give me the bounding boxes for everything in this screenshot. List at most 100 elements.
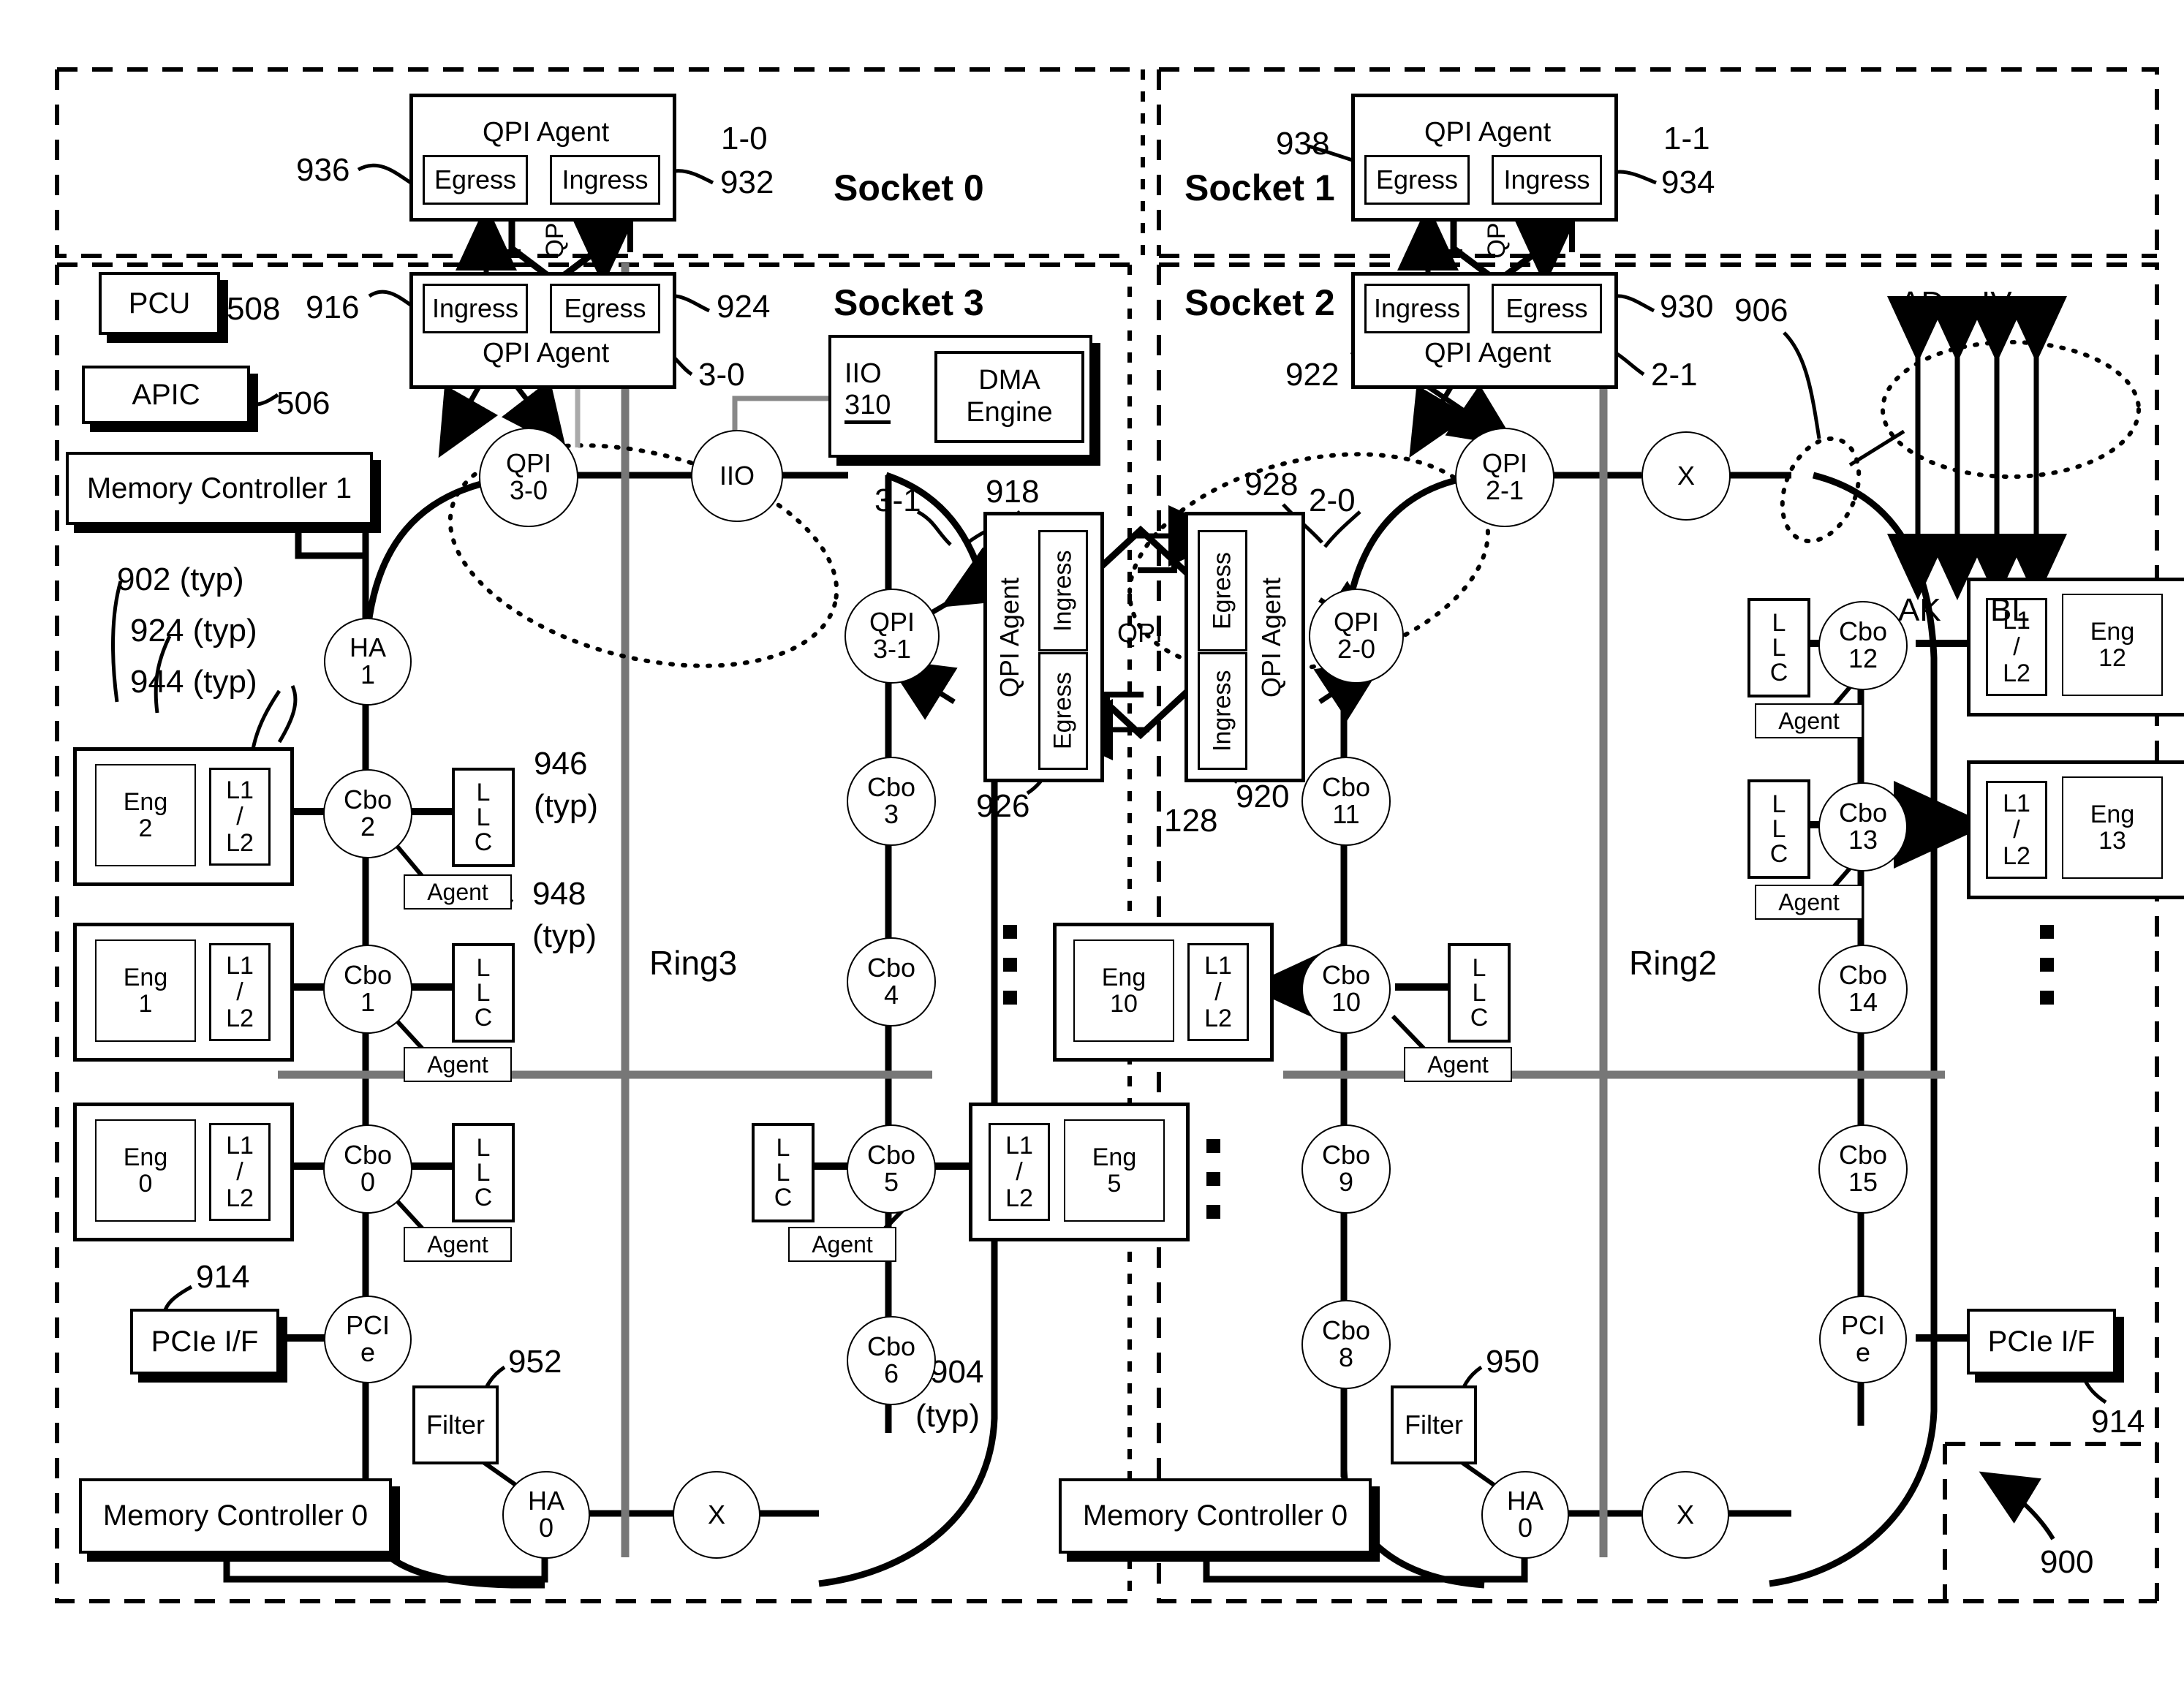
ring3-node-ha-1[interactable]: HA 1 bbox=[324, 618, 412, 706]
node-line2: 4 bbox=[883, 980, 899, 1010]
qpi-agent-socket2-ingress: Ingress bbox=[1364, 284, 1470, 333]
ref-906: 906 bbox=[1734, 292, 1788, 328]
node-line2: e bbox=[360, 1337, 376, 1367]
ring2-node-qpi-2-1[interactable]: QPI 2-1 bbox=[1455, 428, 1554, 527]
ring-signal-ad-label: AD bbox=[1900, 285, 1945, 321]
ring2-node-cbo-15[interactable]: Cbo 15 bbox=[1818, 1124, 1908, 1214]
ring-signal-ak-label: AK bbox=[1898, 592, 1941, 628]
node-line1: X bbox=[1676, 1499, 1694, 1529]
qpi-agent-socket3-egress: Egress bbox=[550, 284, 660, 333]
node-line1: Cbo bbox=[343, 1140, 393, 1171]
node-line1: HA bbox=[527, 1486, 564, 1516]
node-line2: 0 bbox=[538, 1513, 554, 1543]
ref-926: 926 bbox=[976, 788, 1030, 824]
node-line2: 8 bbox=[1338, 1342, 1354, 1372]
qpi-agent-socket0-label: QPI Agent bbox=[483, 117, 610, 148]
apic-box: APIC bbox=[82, 366, 250, 424]
agent-tag-cbo-5: Agent bbox=[788, 1227, 896, 1262]
ring2-node-x-top[interactable]: X bbox=[1641, 431, 1731, 521]
core-eng-5-eng: Eng 5 bbox=[1064, 1119, 1165, 1222]
node-line1: Cbo bbox=[1321, 1315, 1371, 1346]
qpi-agent-918-egress: Egress bbox=[1038, 652, 1088, 770]
node-line2: 2 bbox=[360, 812, 376, 842]
node-line2: 1 bbox=[360, 987, 376, 1017]
node-line1: Cbo bbox=[1838, 1140, 1888, 1171]
node-line1: Cbo bbox=[1838, 960, 1888, 991]
ring3-node-cbo-0[interactable]: Cbo 0 bbox=[323, 1124, 412, 1214]
ref-900: 900 bbox=[2040, 1544, 2094, 1580]
qpi-agent-928-ingress: Ingress bbox=[1198, 652, 1247, 770]
llc-cbo-10: LLC bbox=[1448, 943, 1511, 1043]
qpi-agent-socket2-label: QPI Agent bbox=[1424, 338, 1552, 368]
ring3-node-qpi-3-0[interactable]: QPI 3-0 bbox=[479, 428, 578, 527]
ring3-node-cbo-1[interactable]: Cbo 1 bbox=[323, 945, 412, 1034]
ring3-node-cbo-2[interactable]: Cbo 2 bbox=[323, 769, 412, 858]
node-line1: QPI bbox=[1481, 448, 1527, 479]
ref-928: 928 bbox=[1244, 466, 1299, 502]
ring-signal-iv-label: IV bbox=[1981, 285, 2012, 321]
node-line1: IIO bbox=[719, 460, 755, 491]
ring3-node-ha-0[interactable]: HA 0 bbox=[502, 1471, 590, 1559]
ring2-label: Ring2 bbox=[1629, 944, 1718, 982]
ring3-node-x[interactable]: X bbox=[673, 1471, 760, 1559]
node-line2: e bbox=[1855, 1337, 1871, 1367]
socket-0-title: Socket 0 bbox=[834, 167, 984, 208]
ring2-node-cbo-8[interactable]: Cbo 8 bbox=[1301, 1300, 1391, 1389]
node-line1: QPI bbox=[1333, 607, 1379, 638]
node-line2: 1 bbox=[360, 659, 376, 689]
node-line1: QPI bbox=[869, 607, 915, 638]
node-line1: Cbo bbox=[1838, 798, 1888, 828]
socket-2-title: Socket 2 bbox=[1184, 282, 1335, 323]
ring-signal-bl-label: BL bbox=[1990, 592, 2030, 628]
ref-952: 952 bbox=[508, 1344, 562, 1380]
ring2-node-x-bottom[interactable]: X bbox=[1641, 1471, 1729, 1559]
filter-952-box: Filter bbox=[412, 1385, 499, 1464]
ring3-node-iio[interactable]: IIO bbox=[691, 430, 783, 522]
ring3-node-cbo-6[interactable]: Cbo 6 bbox=[847, 1316, 936, 1405]
ring3-node-cbo-5[interactable]: Cbo 5 bbox=[847, 1124, 936, 1214]
ref-914-left: 914 bbox=[196, 1259, 250, 1295]
node-line2: 0 bbox=[1517, 1513, 1533, 1543]
core-eng-12-eng: Eng 12 bbox=[2062, 594, 2163, 696]
core-eng-1-eng: Eng 1 bbox=[95, 939, 196, 1042]
ring2-node-cbo-12[interactable]: Cbo 12 bbox=[1818, 601, 1908, 690]
ring3-node-pcie[interactable]: PCI e bbox=[324, 1296, 412, 1383]
core-eng-2-eng: Eng 2 bbox=[95, 764, 196, 866]
ring2-node-cbo-9[interactable]: Cbo 9 bbox=[1301, 1124, 1391, 1214]
ref-924: 924 bbox=[717, 289, 771, 325]
qpi-agent-928-egress: Egress bbox=[1198, 530, 1247, 651]
ring3-node-cbo-3[interactable]: Cbo 3 bbox=[847, 757, 936, 846]
node-line1: X bbox=[707, 1499, 725, 1529]
node-line2: 14 bbox=[1848, 987, 1878, 1017]
ring2-node-cbo-13[interactable]: Cbo 13 bbox=[1818, 782, 1908, 871]
ring2-node-cbo-10[interactable]: Cbo 10 bbox=[1301, 945, 1391, 1034]
ring3-node-qpi-3-1[interactable]: QPI 3-1 bbox=[844, 589, 940, 684]
node-line1: HA bbox=[349, 632, 386, 663]
agent-tag-cbo-10: Agent bbox=[1404, 1047, 1512, 1082]
node-line1: Cbo bbox=[1321, 960, 1371, 991]
node-line2: 15 bbox=[1848, 1167, 1878, 1197]
ring2-node-cbo-14[interactable]: Cbo 14 bbox=[1818, 945, 1908, 1034]
node-line2: 2-0 bbox=[1337, 634, 1376, 664]
iio-text: IIO bbox=[844, 358, 882, 389]
ellipsis-dots-left bbox=[1003, 925, 1017, 1005]
ref-1-1: 1-1 bbox=[1663, 121, 1710, 156]
ring2-node-ha-0[interactable]: HA 0 bbox=[1481, 1471, 1569, 1559]
ring2-node-qpi-2-0[interactable]: QPI 2-0 bbox=[1309, 589, 1404, 684]
node-line2: 11 bbox=[1332, 799, 1360, 829]
ref-936: 936 bbox=[296, 152, 350, 188]
ring2-node-cbo-11[interactable]: Cbo 11 bbox=[1301, 757, 1391, 846]
ref-128: 128 bbox=[1164, 803, 1218, 839]
qpi-agent-928-label: QPI Agent bbox=[1256, 578, 1286, 698]
ring3-node-cbo-4[interactable]: Cbo 4 bbox=[847, 937, 936, 1026]
node-line1: HA bbox=[1506, 1486, 1543, 1516]
node-line2: 3 bbox=[883, 799, 899, 829]
ring2-node-pcie[interactable]: PCI e bbox=[1819, 1296, 1907, 1383]
dma-line2: Engine bbox=[966, 397, 1053, 428]
node-line2: 3-0 bbox=[509, 475, 548, 505]
memory-controller-0-right-box: Memory Controller 0 bbox=[1059, 1478, 1372, 1554]
ref-922: 922 bbox=[1285, 357, 1340, 393]
ref-2-0: 2-0 bbox=[1309, 483, 1356, 518]
qpi-agent-socket0-ingress: Ingress bbox=[550, 155, 660, 205]
qpi-agent-918-ingress: Ingress bbox=[1038, 530, 1088, 651]
